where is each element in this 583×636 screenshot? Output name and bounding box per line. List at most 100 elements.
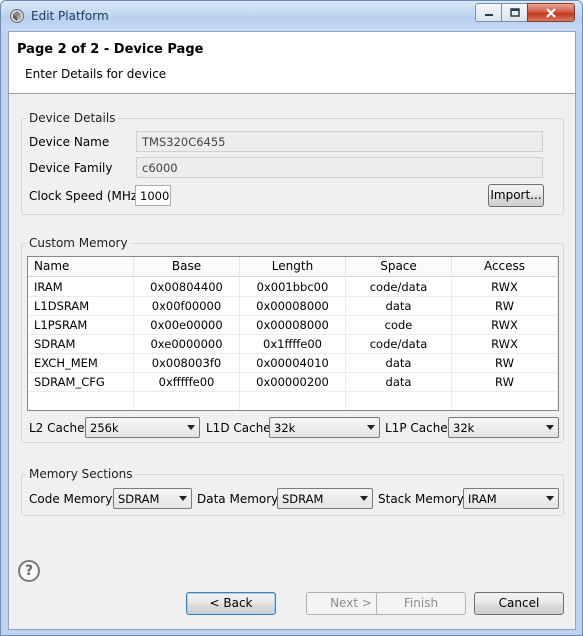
cell-space: data: [346, 297, 452, 316]
column-header-name[interactable]: Name: [28, 257, 134, 277]
cell-length: 0x00008000: [240, 297, 346, 316]
code-memory-select[interactable]: SDRAM: [113, 488, 192, 509]
cell-base: 0xfffffe00: [134, 373, 240, 392]
data-memory-value: SDRAM: [282, 492, 324, 506]
clock-speed-label: Clock Speed (MHz): [29, 189, 142, 203]
cell-space: data: [346, 354, 452, 373]
chevron-down-icon: [367, 425, 375, 430]
edit-platform-window: Edit Platform Page 2 of 2 - Device Page …: [0, 0, 583, 636]
stack-memory-select[interactable]: IRAM: [463, 488, 559, 509]
back-button[interactable]: < Back: [186, 592, 276, 615]
cancel-button[interactable]: Cancel: [474, 592, 564, 615]
device-name-field: TMS320C6455: [136, 131, 543, 152]
close-icon: [546, 8, 556, 18]
cell-access: RWX: [452, 278, 558, 297]
custom-memory-label: Custom Memory: [26, 236, 131, 250]
cell-base: 0x008003f0: [134, 354, 240, 373]
stack-memory-value: IRAM: [468, 492, 497, 506]
cell-name: [28, 392, 134, 410]
platform-app-icon: [10, 9, 24, 23]
maximize-button[interactable]: [501, 3, 528, 22]
l1p-cache-select[interactable]: 32k: [448, 417, 559, 438]
column-header-length[interactable]: Length: [240, 257, 346, 277]
table-row[interactable]: IRAM 0x00804400 0x001bbc00 code/data RWX: [28, 278, 558, 297]
cell-space: [346, 392, 452, 410]
l1d-cache-select[interactable]: 32k: [269, 417, 380, 438]
cell-base: 0x00e00000: [134, 316, 240, 335]
chevron-down-icon: [546, 425, 554, 430]
code-memory-value: SDRAM: [118, 492, 160, 506]
cell-length: 0x001bbc00: [240, 278, 346, 297]
cell-length: 0x00000200: [240, 373, 346, 392]
l2-cache-label: L2 Cache:: [29, 421, 89, 435]
table-header: Name Base Length Space Access: [28, 257, 558, 277]
table-row[interactable]: SDRAM_CFG 0xfffffe00 0x00000200 data RW: [28, 373, 558, 392]
device-details-label: Device Details: [26, 111, 119, 125]
table-row[interactable]: L1PSRAM 0x00e00000 0x00008000 code RWX: [28, 316, 558, 335]
device-family-field: c6000: [136, 157, 543, 178]
cell-space: code/data: [346, 278, 452, 297]
cell-name: IRAM: [28, 278, 134, 297]
stack-memory-label: Stack Memory:: [378, 492, 468, 506]
window-title: Edit Platform: [31, 9, 109, 23]
cell-base: 0xe0000000: [134, 335, 240, 354]
data-memory-label: Data Memory:: [197, 492, 282, 506]
l1d-cache-label: L1D Cache:: [206, 421, 275, 435]
table-row[interactable]: EXCH_MEM 0x008003f0 0x00004010 data RW: [28, 354, 558, 373]
close-button[interactable]: [527, 3, 575, 22]
import-button[interactable]: Import...: [488, 184, 544, 207]
cell-space: code/data: [346, 335, 452, 354]
cell-length: [240, 392, 346, 410]
clock-speed-input[interactable]: 1000: [135, 185, 171, 206]
cell-access: RWX: [452, 335, 558, 354]
cell-length: 0x00008000: [240, 316, 346, 335]
cell-name: L1PSRAM: [28, 316, 134, 335]
minimize-icon: [484, 14, 493, 16]
l1p-cache-value: 32k: [453, 421, 475, 435]
cell-base: 0x00804400: [134, 278, 240, 297]
cell-length: 0x1ffffe00: [240, 335, 346, 354]
cell-name: L1DSRAM: [28, 297, 134, 316]
chevron-down-icon: [179, 496, 187, 501]
cell-name: SDRAM_CFG: [28, 373, 134, 392]
page-subtitle: Enter Details for device: [25, 67, 167, 81]
column-header-space[interactable]: Space: [346, 257, 452, 277]
table-row-empty[interactable]: [28, 392, 558, 410]
data-memory-select[interactable]: SDRAM: [277, 488, 373, 509]
cell-access: RW: [452, 297, 558, 316]
cell-access: RW: [452, 373, 558, 392]
memory-sections-label: Memory Sections: [26, 467, 136, 481]
column-header-base[interactable]: Base: [134, 257, 240, 277]
l1p-cache-label: L1P Cache:: [385, 421, 452, 435]
cell-length: 0x00004010: [240, 354, 346, 373]
device-family-label: Device Family: [29, 161, 113, 175]
code-memory-label: Code Memory:: [29, 492, 116, 506]
device-name-label: Device Name: [29, 135, 110, 149]
cell-name: EXCH_MEM: [28, 354, 134, 373]
table-row[interactable]: SDRAM 0xe0000000 0x1ffffe00 code/data RW…: [28, 335, 558, 354]
l1d-cache-value: 32k: [274, 421, 296, 435]
cell-name: SDRAM: [28, 335, 134, 354]
l2-cache-value: 256k: [90, 421, 119, 435]
maximize-icon: [509, 8, 520, 17]
page-title: Page 2 of 2 - Device Page: [17, 42, 204, 57]
l2-cache-select[interactable]: 256k: [85, 417, 200, 438]
cell-access: RW: [452, 354, 558, 373]
cell-base: 0x00f00000: [134, 297, 240, 316]
cell-base: [134, 392, 240, 410]
help-icon[interactable]: ?: [18, 560, 40, 582]
chevron-down-icon: [187, 425, 195, 430]
memory-table[interactable]: Name Base Length Space Access IRAM 0x008…: [27, 256, 559, 411]
table-row[interactable]: L1DSRAM 0x00f00000 0x00008000 data RW: [28, 297, 558, 316]
title-bar[interactable]: Edit Platform: [1, 1, 582, 31]
cell-access: [452, 392, 558, 410]
column-header-access[interactable]: Access: [452, 257, 558, 277]
dialog-body: Page 2 of 2 - Device Page Enter Details …: [8, 31, 576, 630]
cell-space: code: [346, 316, 452, 335]
wizard-header: Page 2 of 2 - Device Page Enter Details …: [9, 32, 575, 94]
chevron-down-icon: [546, 496, 554, 501]
finish-button[interactable]: Finish: [376, 592, 466, 615]
cell-access: RWX: [452, 316, 558, 335]
chevron-down-icon: [360, 496, 368, 501]
minimize-button[interactable]: [475, 3, 502, 22]
